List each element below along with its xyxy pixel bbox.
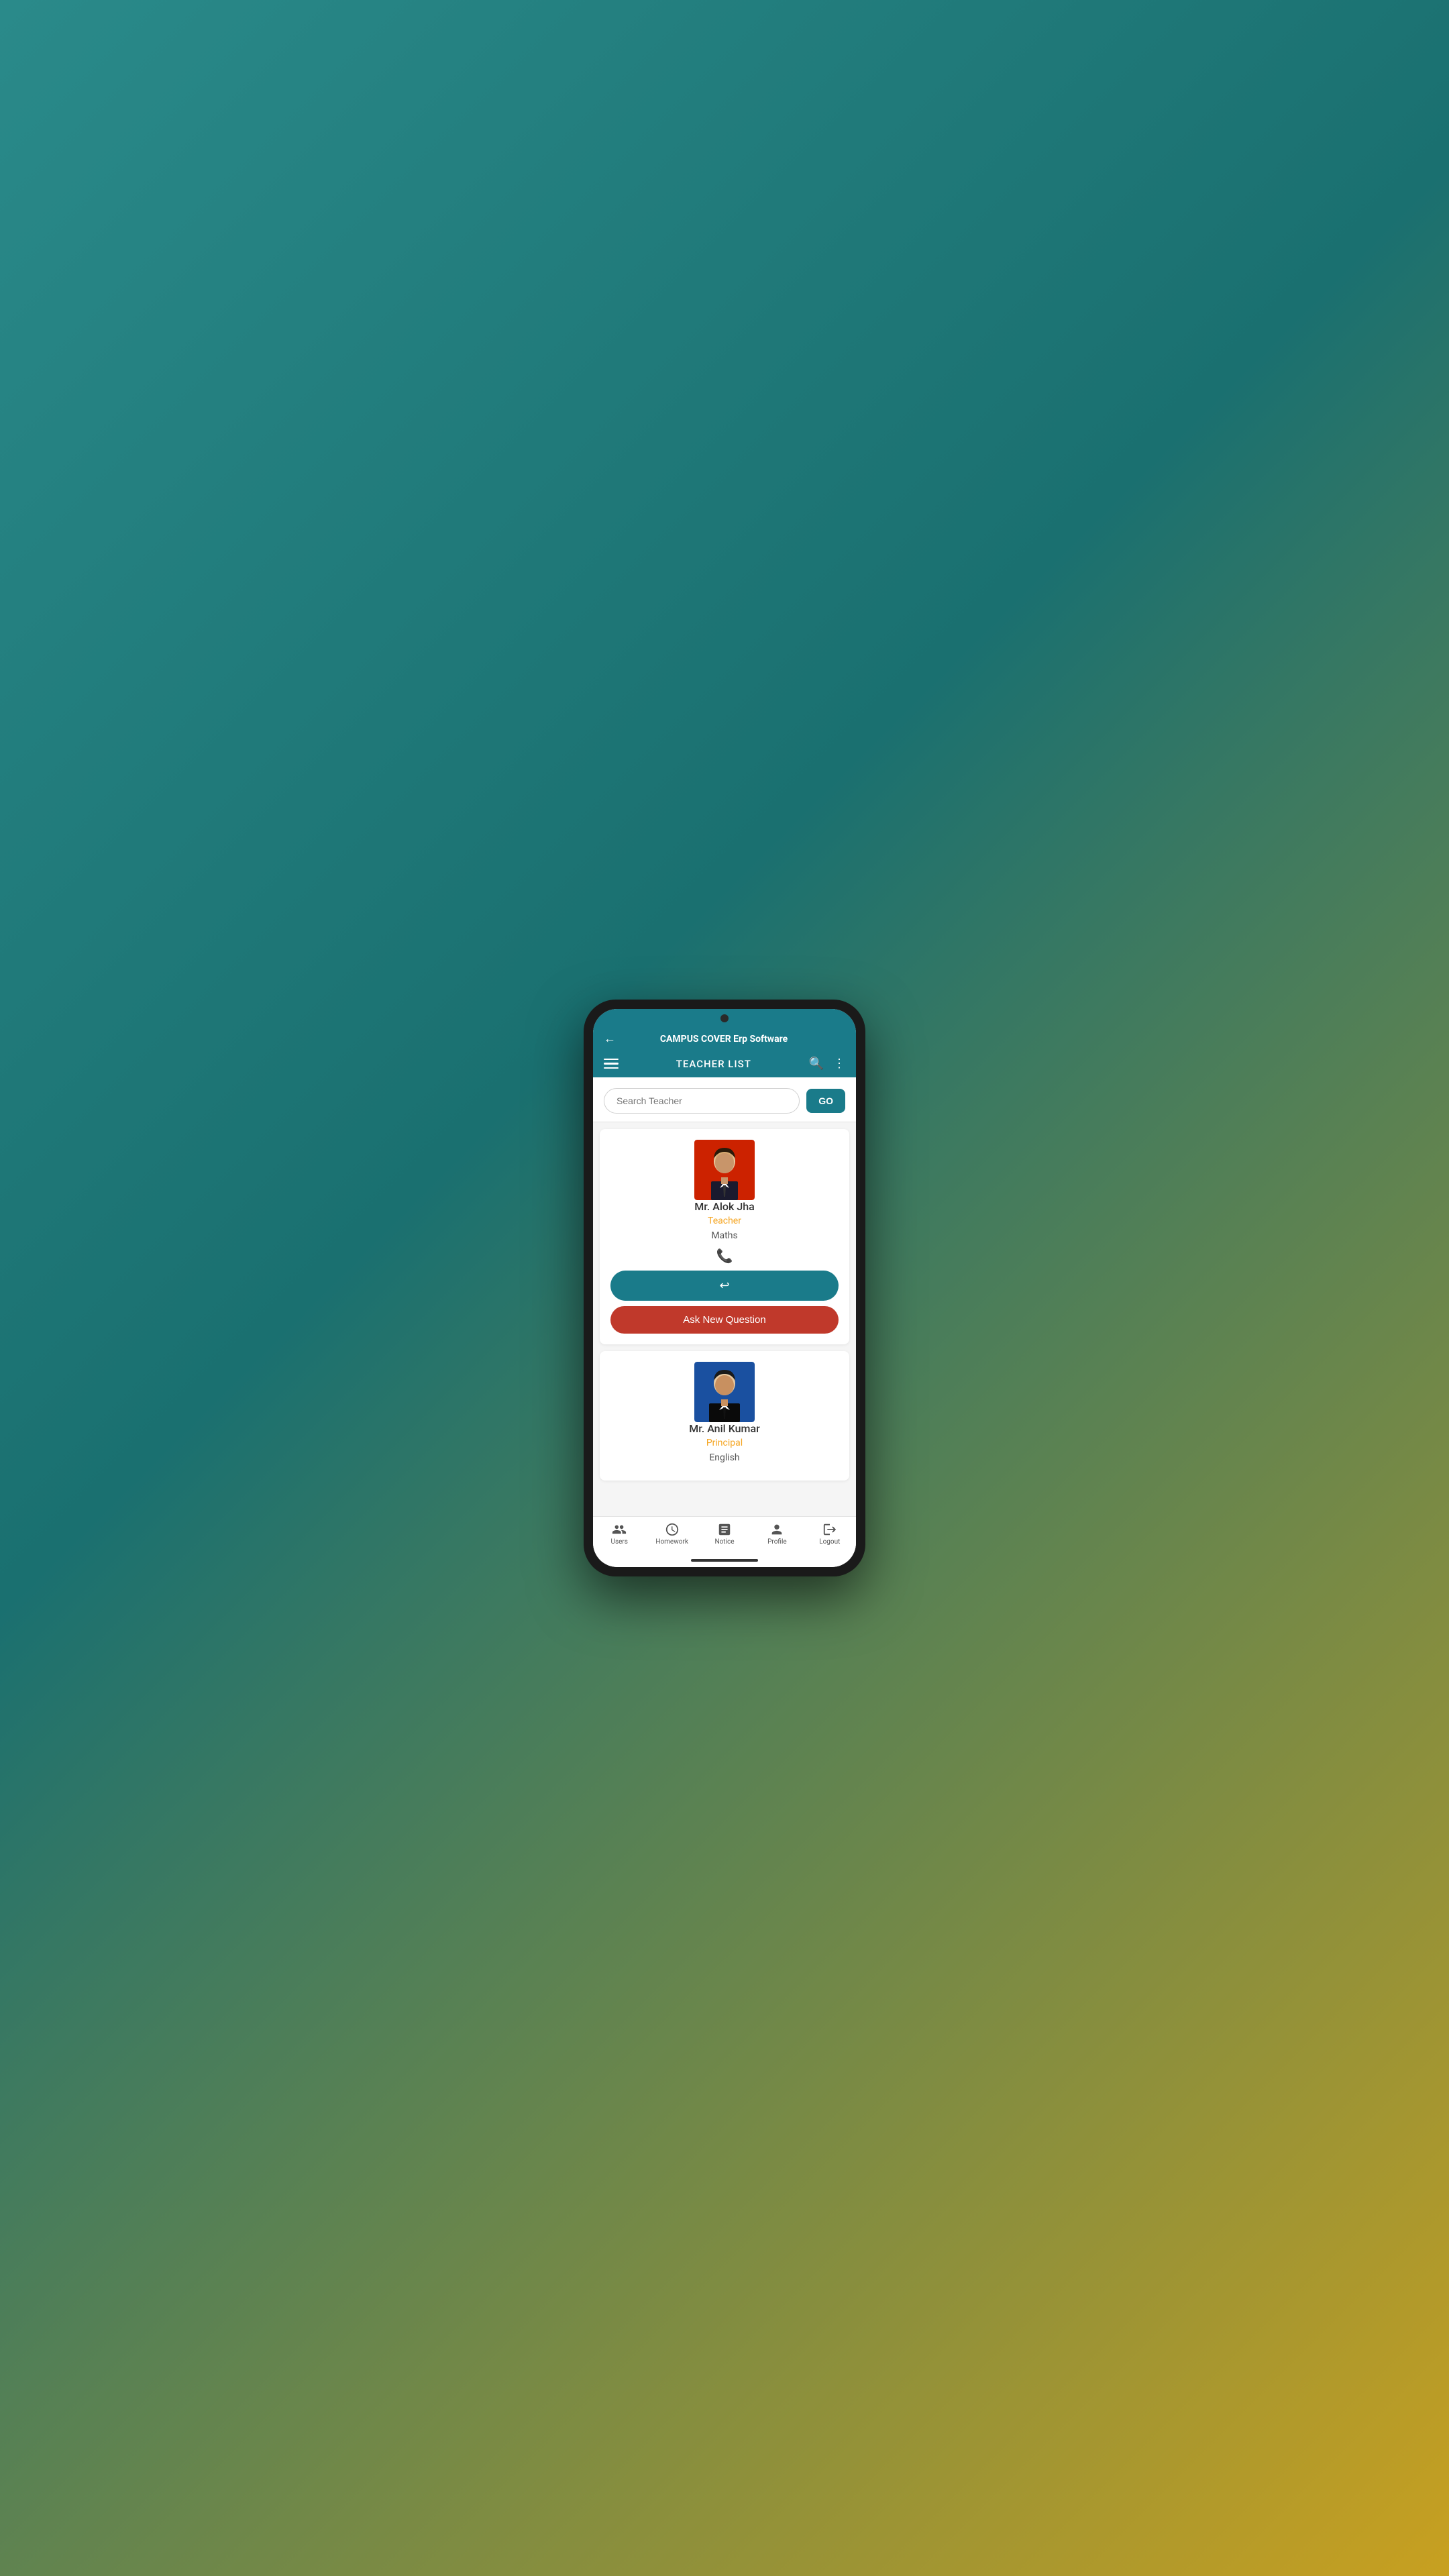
home-bar: [691, 1559, 758, 1562]
teacher-1-role: Teacher: [708, 1216, 741, 1226]
reply-button[interactable]: ↩: [610, 1271, 839, 1301]
users-icon: [612, 1522, 627, 1537]
nav-logout-label: Logout: [819, 1538, 840, 1546]
bottom-navigation: Users Homework Notice Profile: [593, 1516, 856, 1554]
teacher-card-1: Mr. Alok Jha Teacher Maths 📞 ↩ Ask New Q…: [600, 1129, 849, 1344]
homework-icon: [665, 1522, 680, 1537]
app-title: CAMPUS COVER Erp Software: [660, 1034, 788, 1044]
teacher-2-photo: [694, 1362, 755, 1422]
phone-device: ← CAMPUS COVER Erp Software TEACHER LIST…: [584, 1000, 865, 1576]
teacher-2-name: Mr. Anil Kumar: [689, 1422, 760, 1435]
nav-homework[interactable]: Homework: [645, 1522, 698, 1546]
reply-icon: ↩: [719, 1279, 729, 1293]
home-indicator: [593, 1554, 856, 1567]
nav-logout[interactable]: Logout: [804, 1522, 856, 1546]
notice-icon: [717, 1522, 732, 1537]
search-icon[interactable]: 🔍: [809, 1057, 824, 1071]
search-row: GO: [593, 1077, 856, 1122]
teacher-1-photo: [694, 1140, 755, 1200]
nav-notice[interactable]: Notice: [698, 1522, 751, 1546]
teacher-1-name: Mr. Alok Jha: [694, 1200, 754, 1213]
more-options-icon[interactable]: ⋮: [833, 1057, 845, 1071]
go-button[interactable]: GO: [806, 1089, 845, 1113]
camera-notch: [720, 1014, 729, 1022]
phone-screen: ← CAMPUS COVER Erp Software TEACHER LIST…: [593, 1009, 856, 1567]
teacher-2-subject: English: [709, 1452, 739, 1463]
screen-title: TEACHER LIST: [676, 1058, 751, 1070]
app-title-bar: ← CAMPUS COVER Erp Software: [593, 1025, 856, 1051]
search-input[interactable]: [604, 1088, 800, 1114]
nav-users[interactable]: Users: [593, 1522, 645, 1546]
nav-profile[interactable]: Profile: [751, 1522, 803, 1546]
nav-homework-label: Homework: [655, 1538, 688, 1546]
profile-icon: [769, 1522, 784, 1537]
nav-bar: TEACHER LIST 🔍 ⋮: [593, 1051, 856, 1077]
nav-notice-label: Notice: [714, 1538, 734, 1546]
teacher-2-role: Principal: [706, 1438, 743, 1448]
teacher-1-phone-icon[interactable]: 📞: [716, 1248, 733, 1264]
ask-question-button[interactable]: Ask New Question: [610, 1306, 839, 1334]
nav-icons: 🔍 ⋮: [809, 1057, 845, 1071]
logout-icon: [822, 1522, 837, 1537]
nav-users-label: Users: [610, 1538, 628, 1546]
teacher-1-subject: Maths: [711, 1230, 737, 1241]
teacher-card-2: Mr. Anil Kumar Principal English: [600, 1351, 849, 1481]
hamburger-menu[interactable]: [604, 1059, 619, 1069]
nav-profile-label: Profile: [767, 1538, 787, 1546]
content-area: GO: [593, 1077, 856, 1516]
back-button[interactable]: ←: [604, 1032, 616, 1046]
